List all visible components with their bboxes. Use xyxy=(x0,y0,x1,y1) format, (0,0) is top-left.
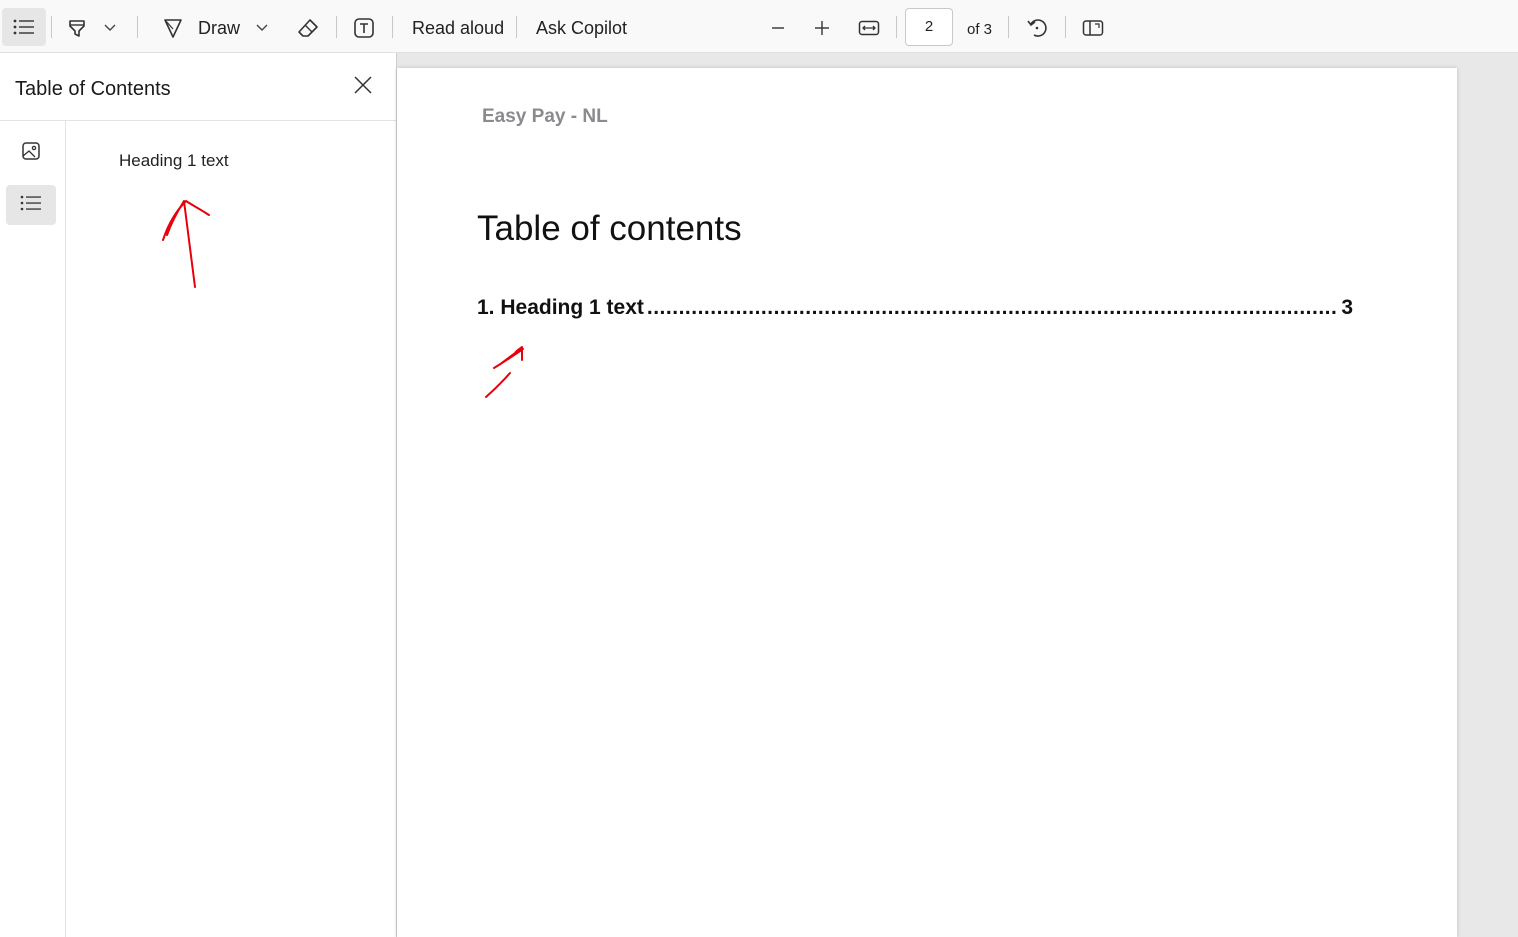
toc-toggle-button[interactable] xyxy=(2,8,46,46)
toc-entry-row[interactable]: 1. Heading 1 text ......................… xyxy=(477,296,1353,320)
text-box-icon xyxy=(353,17,375,39)
fit-to-width-button[interactable] xyxy=(856,16,882,40)
page-number-input[interactable]: 2 xyxy=(905,8,953,46)
page-view-icon xyxy=(1082,18,1104,38)
eraser-icon xyxy=(297,17,319,39)
annotation-arrow xyxy=(485,346,524,398)
zoom-out-button[interactable] xyxy=(766,16,790,40)
draw-pen-icon xyxy=(162,17,184,39)
rail-divider xyxy=(65,121,66,937)
toc-entry-dots: ........................................… xyxy=(646,296,1338,319)
highlighter-icon xyxy=(66,17,88,39)
list-icon xyxy=(13,19,35,35)
read-aloud-button[interactable]: Read aloud xyxy=(412,16,504,40)
document-page: Easy Pay - NL Table of contents 1. Headi… xyxy=(397,68,1457,937)
toc-entry-label[interactable]: 1. Heading 1 text xyxy=(477,296,644,320)
close-icon xyxy=(354,75,372,99)
zoom-out-icon xyxy=(770,20,786,36)
toolbar-separator xyxy=(896,16,897,38)
sidebar-title: Table of Contents xyxy=(15,78,171,100)
toolbar-separator xyxy=(1065,16,1066,38)
toc-item-heading-1[interactable]: Heading 1 text xyxy=(119,151,229,171)
draw-label[interactable]: Draw xyxy=(198,16,240,40)
toc-tab[interactable] xyxy=(6,185,56,225)
chevron-down-icon xyxy=(104,24,116,32)
rotate-button[interactable] xyxy=(1024,16,1050,40)
add-text-button[interactable] xyxy=(351,16,377,40)
page-view-button[interactable] xyxy=(1080,16,1106,40)
image-icon xyxy=(21,141,41,166)
page-count-label: of 3 xyxy=(967,21,993,38)
document-viewer[interactable]: Easy Pay - NL Table of contents 1. Headi… xyxy=(397,53,1518,937)
toc-entry-page[interactable]: 3 xyxy=(1341,296,1353,320)
highlight-button[interactable] xyxy=(64,16,90,40)
draw-options-dropdown[interactable] xyxy=(254,20,270,36)
highlight-options-dropdown[interactable] xyxy=(102,20,118,36)
close-sidebar-button[interactable] xyxy=(351,75,375,99)
erase-button[interactable] xyxy=(295,16,321,40)
zoom-in-button[interactable] xyxy=(810,16,834,40)
toolbar-separator xyxy=(1008,16,1009,38)
toc-sidebar: Table of Contents Heading 1 text xyxy=(0,53,396,937)
annotation-arrow xyxy=(162,200,210,288)
toolbar-separator xyxy=(51,16,52,38)
fit-width-icon xyxy=(858,19,880,37)
toolbar-separator xyxy=(336,16,337,38)
toolbar-separator xyxy=(516,16,517,38)
thumbnails-tab[interactable] xyxy=(6,133,56,173)
page-title: Table of contents xyxy=(477,209,742,248)
chevron-down-icon xyxy=(256,24,268,32)
rotate-icon xyxy=(1026,17,1048,39)
list-icon xyxy=(20,195,42,216)
page-header-text: Easy Pay - NL xyxy=(482,106,608,127)
toolbar-separator xyxy=(137,16,138,38)
zoom-in-icon xyxy=(814,20,830,36)
toolbar: Draw Read aloud Ask Copilot 2 of 3 xyxy=(0,0,1518,53)
ask-copilot-button[interactable]: Ask Copilot xyxy=(536,16,627,40)
sidebar-divider xyxy=(0,120,396,121)
draw-button[interactable] xyxy=(160,16,186,40)
toolbar-separator xyxy=(392,16,393,38)
